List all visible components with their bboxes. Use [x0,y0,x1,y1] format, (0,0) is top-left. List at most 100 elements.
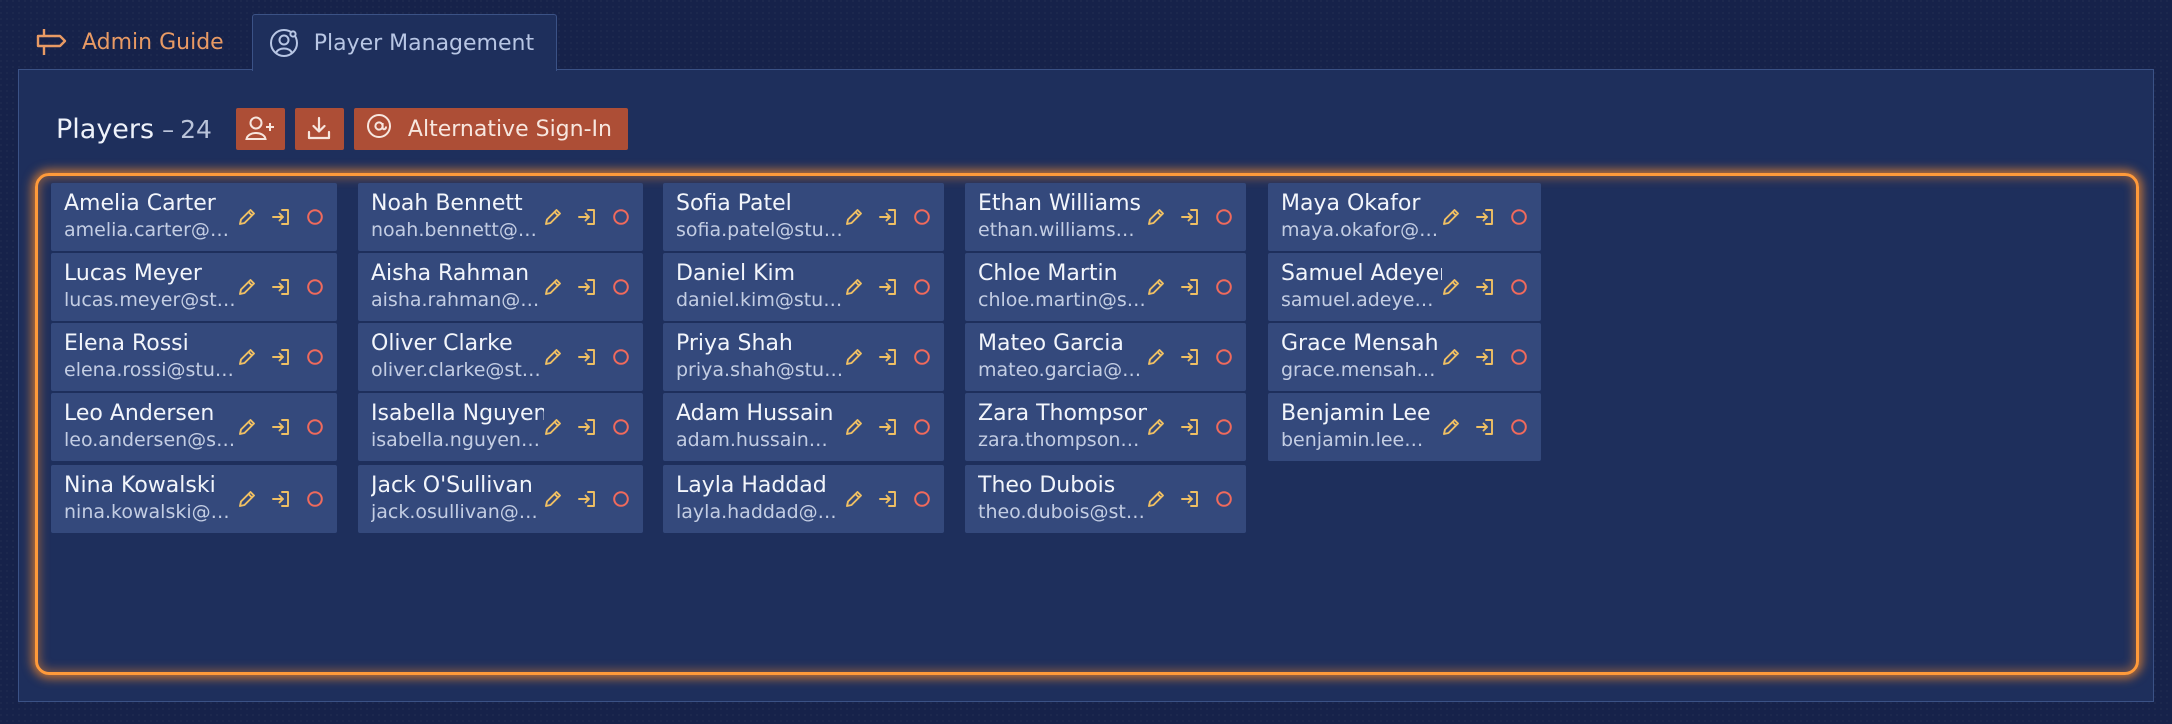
player-card[interactable]: Elena Rossi elena.rossi@students.exa... [51,323,337,391]
sign-in-icon[interactable] [876,487,899,510]
status-circle-icon[interactable] [910,345,933,368]
player-card[interactable]: Daniel Kim daniel.kim@students.exa... [663,253,944,321]
status-circle-icon[interactable] [1212,205,1235,228]
tab-admin-guide[interactable]: Admin Guide [19,14,246,70]
pencil-icon[interactable] [842,205,865,228]
pencil-icon[interactable] [235,275,258,298]
pencil-icon[interactable] [1144,487,1167,510]
sign-in-icon[interactable] [1473,205,1496,228]
player-card[interactable]: Ethan Williams ethan.williams@students...… [965,183,1246,251]
status-circle-icon[interactable] [1212,487,1235,510]
status-circle-icon[interactable] [303,205,326,228]
sign-in-icon[interactable] [876,205,899,228]
player-card[interactable]: Samuel Adeyemi samuel.adeyemi@student... [1268,253,1541,321]
pencil-icon[interactable] [842,275,865,298]
sign-in-icon[interactable] [1178,345,1201,368]
pencil-icon[interactable] [235,415,258,438]
player-card[interactable]: Isabella Nguyen isabella.nguyen@students.… [358,393,643,461]
pencil-icon[interactable] [541,487,564,510]
sign-in-icon[interactable] [1178,275,1201,298]
pencil-icon[interactable] [235,487,258,510]
status-circle-icon[interactable] [1212,415,1235,438]
sign-in-icon[interactable] [575,487,598,510]
status-circle-icon[interactable] [1507,205,1530,228]
sign-in-icon[interactable] [876,415,899,438]
download-button[interactable] [294,108,344,150]
status-circle-icon[interactable] [609,345,632,368]
sign-in-icon[interactable] [575,345,598,368]
player-card[interactable]: Amelia Carter amelia.carter@students.e... [51,183,337,251]
player-card[interactable]: Sofia Patel sofia.patel@students.exa... [663,183,944,251]
pencil-icon[interactable] [842,415,865,438]
sign-in-icon[interactable] [575,275,598,298]
sign-in-icon[interactable] [876,275,899,298]
status-circle-icon[interactable] [609,275,632,298]
player-card[interactable]: Jack O'Sullivan jack.osullivan@students.e… [358,465,643,533]
pencil-icon[interactable] [1144,205,1167,228]
status-circle-icon[interactable] [910,275,933,298]
alternative-sign-in-button[interactable]: Alternative Sign-In [353,108,628,150]
player-card[interactable]: Nina Kowalski nina.kowalski@students.e... [51,465,337,533]
pencil-icon[interactable] [541,415,564,438]
player-card[interactable]: Priya Shah priya.shah@students.exa... [663,323,944,391]
sign-in-icon[interactable] [1473,415,1496,438]
sign-in-icon[interactable] [269,345,292,368]
status-circle-icon[interactable] [303,415,326,438]
pencil-icon[interactable] [1439,205,1462,228]
player-card[interactable]: Aisha Rahman aisha.rahman@students.e... [358,253,643,321]
add-player-button[interactable] [235,108,285,150]
pencil-icon[interactable] [842,487,865,510]
player-card[interactable]: Theo Dubois theo.dubois@students.exa... [965,465,1246,533]
status-circle-icon[interactable] [609,205,632,228]
pencil-icon[interactable] [842,345,865,368]
sign-in-icon[interactable] [1473,275,1496,298]
sign-in-icon[interactable] [269,415,292,438]
status-circle-icon[interactable] [609,415,632,438]
status-circle-icon[interactable] [1507,345,1530,368]
player-card[interactable]: Chloe Martin chloe.martin@students.ex... [965,253,1246,321]
player-card[interactable]: Mateo Garcia mateo.garcia@students.e... [965,323,1246,391]
status-circle-icon[interactable] [609,487,632,510]
pencil-icon[interactable] [1144,275,1167,298]
status-circle-icon[interactable] [1507,415,1530,438]
player-card[interactable]: Noah Bennett noah.bennett@students.e... [358,183,643,251]
sign-in-icon[interactable] [269,275,292,298]
pencil-icon[interactable] [541,275,564,298]
tab-player-management[interactable]: Player Management [251,14,558,71]
pencil-icon[interactable] [1439,345,1462,368]
player-card[interactable]: Maya Okafor maya.okafor@students.ex... [1268,183,1541,251]
status-circle-icon[interactable] [910,415,933,438]
pencil-icon[interactable] [235,205,258,228]
pencil-icon[interactable] [541,345,564,368]
sign-in-icon[interactable] [1178,205,1201,228]
player-card[interactable]: Lucas Meyer lucas.meyer@students.ex... [51,253,337,321]
player-card[interactable]: Zara Thompson zara.thompson@students.... [965,393,1246,461]
status-circle-icon[interactable] [910,205,933,228]
status-circle-icon[interactable] [303,345,326,368]
status-circle-icon[interactable] [303,487,326,510]
sign-in-icon[interactable] [575,205,598,228]
player-card[interactable]: Layla Haddad layla.haddad@students.ex... [663,465,944,533]
pencil-icon[interactable] [541,205,564,228]
sign-in-icon[interactable] [575,415,598,438]
status-circle-icon[interactable] [1212,345,1235,368]
sign-in-icon[interactable] [269,205,292,228]
status-circle-icon[interactable] [910,487,933,510]
player-card[interactable]: Adam Hussain adam.hussain@students.e... [663,393,944,461]
status-circle-icon[interactable] [1507,275,1530,298]
pencil-icon[interactable] [1144,415,1167,438]
player-card[interactable]: Grace Mensah grace.mensah@students.... [1268,323,1541,391]
player-card[interactable]: Benjamin Lee benjamin.lee@students.ex... [1268,393,1541,461]
sign-in-icon[interactable] [876,345,899,368]
player-card[interactable]: Leo Andersen leo.andersen@students.ex... [51,393,337,461]
sign-in-icon[interactable] [1473,345,1496,368]
status-circle-icon[interactable] [1212,275,1235,298]
pencil-icon[interactable] [1144,345,1167,368]
player-card[interactable]: Oliver Clarke oliver.clarke@students.ex..… [358,323,643,391]
sign-in-icon[interactable] [269,487,292,510]
status-circle-icon[interactable] [303,275,326,298]
sign-in-icon[interactable] [1178,487,1201,510]
pencil-icon[interactable] [1439,415,1462,438]
pencil-icon[interactable] [235,345,258,368]
sign-in-icon[interactable] [1178,415,1201,438]
